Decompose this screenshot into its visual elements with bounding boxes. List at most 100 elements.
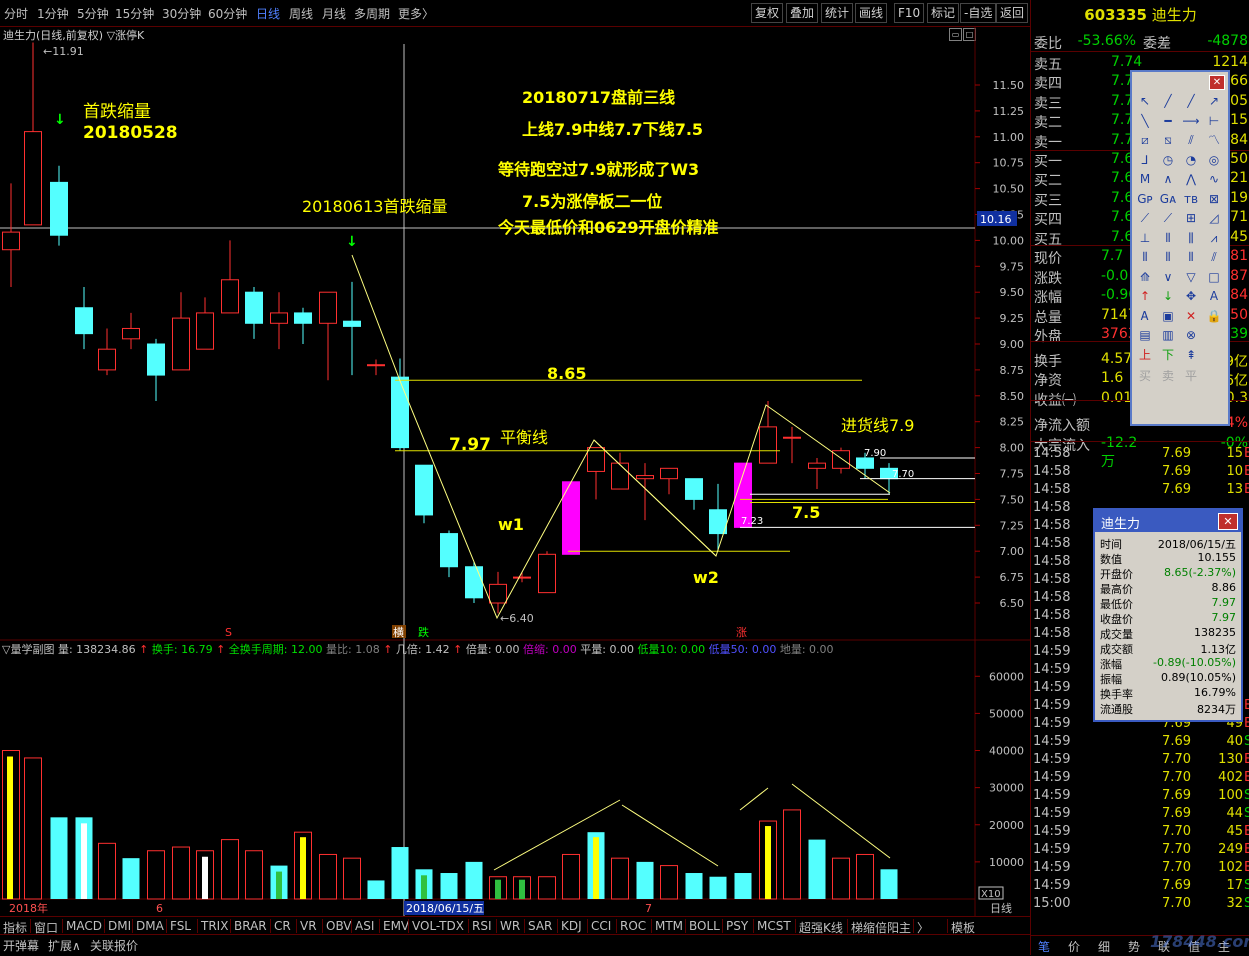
down-arrow-icon[interactable]: ↓ [1159, 287, 1177, 305]
delete-icon[interactable]: ✕ [1182, 307, 1200, 325]
volume-bar[interactable] [611, 857, 629, 900]
bars-icon[interactable]: ⦀ [1136, 248, 1154, 266]
text-icon[interactable]: A [1205, 287, 1223, 305]
candle[interactable] [196, 297, 214, 350]
candle[interactable] [294, 307, 312, 344]
triangle-icon[interactable]: ▽ [1182, 268, 1200, 286]
channel-icon[interactable]: ⧅ [1159, 131, 1177, 149]
volume-bar[interactable] [245, 850, 263, 900]
indicator-tab-19[interactable]: ROC [620, 919, 646, 933]
volume-bar[interactable] [832, 857, 850, 900]
price-line-icon[interactable]: ⊢ [1205, 112, 1223, 130]
volume-bar[interactable] [808, 839, 826, 899]
hline-icon[interactable]: ━ [1159, 112, 1177, 130]
indicator-tab-22[interactable]: PSY [726, 919, 748, 933]
indicator-tab-6[interactable]: TRIX [201, 919, 228, 933]
mark-icon[interactable]: ⇞ [1182, 346, 1200, 364]
volume-bar[interactable] [415, 869, 433, 899]
rect-icon[interactable]: ⊠ [1205, 190, 1223, 208]
gp-icon[interactable]: Gᴘ [1136, 190, 1154, 208]
candle[interactable] [24, 42, 42, 226]
volume-bar[interactable] [880, 869, 898, 899]
bar-info-popup[interactable]: 迪生力 ✕ 时间 2018/06/15/五 数值 10.155 开盘价 8.65(-2.3… [1093, 508, 1243, 722]
volume-bar[interactable] [24, 757, 42, 900]
kline-chart[interactable]: 11.5011.2511.0010.7510.5010.2510.009.759… [0, 0, 1030, 955]
volume-bar[interactable] [319, 853, 337, 900]
text2-icon[interactable]: Ꭺ [1136, 307, 1154, 325]
wave3-icon[interactable]: ∧ [1159, 170, 1177, 188]
arc-icon[interactable]: ◔ [1182, 151, 1200, 169]
candle[interactable] [440, 530, 458, 578]
wave2-icon[interactable]: Ⅿ [1136, 170, 1154, 188]
box-icon[interactable]: □ [1205, 268, 1223, 286]
candle[interactable] [660, 467, 678, 495]
indicator-tab-2[interactable]: MACD [66, 919, 102, 933]
ray-icon[interactable]: ╱ [1182, 92, 1200, 110]
ban-icon[interactable]: ⊗ [1182, 326, 1200, 344]
indicator-tab-11[interactable]: ASI [355, 919, 374, 933]
drawing-tool-palette[interactable]: ✕ ↖ ╱ ╱ ↗ ╲ ━ ⟶ ⊢ ⧄ ⧅ ⫽ 〽 ⅃ ◷ ◔ ◎ Ⅿ ∧ ⋀ ∿ Gᴘ Gᴀ ᴛʙ ⊠ ⟋ ⟋ ⊞ ◿ ⊥ ⫴ ⫼ ⩘ ⦀ ⦀ ⦀… [1130, 70, 1230, 426]
volume-bar[interactable] [343, 857, 361, 900]
volume-bar[interactable] [489, 876, 507, 900]
detail-tab-1[interactable]: 价 [1068, 938, 1080, 955]
candle[interactable] [172, 292, 190, 371]
candle[interactable] [98, 328, 116, 376]
volume-bar[interactable] [660, 865, 678, 900]
volume-bar[interactable] [294, 831, 312, 900]
indicator-tab-15[interactable]: WR [500, 919, 520, 933]
candle[interactable] [465, 561, 483, 603]
footer-tab-2[interactable]: 关联报价 [90, 937, 138, 954]
indicator-tab-5[interactable]: FSL [170, 919, 191, 933]
detail-tab-3[interactable]: 势 [1128, 938, 1140, 955]
wave5-icon[interactable]: ∿ [1205, 170, 1223, 188]
close-icon[interactable]: ✕ [1218, 513, 1238, 530]
down-flag-icon[interactable]: 下 [1159, 346, 1177, 364]
line-icon[interactable]: ╱ [1159, 92, 1177, 110]
popup-header[interactable]: 迪生力 ✕ [1095, 510, 1241, 532]
wave-icon[interactable]: 〽 [1205, 131, 1223, 149]
detail-tab-2[interactable]: 细 [1098, 938, 1110, 955]
cube-icon[interactable]: ▣ [1159, 307, 1177, 325]
candle[interactable] [221, 240, 239, 314]
candle[interactable] [832, 447, 850, 474]
note2-icon[interactable]: ▥ [1159, 326, 1177, 344]
move-icon[interactable]: ✥ [1182, 287, 1200, 305]
palette-trade-1[interactable]: 卖 [1159, 367, 1177, 385]
candle[interactable] [343, 281, 361, 376]
volume-bar[interactable] [50, 817, 68, 899]
volume-bar[interactable] [856, 853, 874, 900]
candle[interactable] [75, 287, 93, 350]
candle[interactable] [391, 358, 409, 451]
candle[interactable] [147, 338, 165, 401]
candle[interactable] [367, 359, 385, 376]
indicator-tab-13[interactable]: VOL-TDX [412, 919, 464, 933]
volume-bar[interactable] [367, 880, 385, 899]
segment-icon[interactable]: ╲ [1136, 112, 1154, 130]
palette-trade-2[interactable]: 平 [1182, 367, 1200, 385]
volume-bar[interactable] [465, 861, 483, 899]
target-icon[interactable]: ◎ [1205, 151, 1223, 169]
candle[interactable] [636, 463, 654, 521]
ga-icon[interactable]: Gᴀ [1159, 190, 1177, 208]
volume-bar[interactable] [2, 750, 20, 900]
period3-icon[interactable]: ⫼ [1182, 229, 1200, 247]
candle[interactable] [685, 478, 703, 510]
circle-icon[interactable]: ◷ [1159, 151, 1177, 169]
fib-icon[interactable]: ⅃ [1136, 151, 1154, 169]
indicator-tab-10[interactable]: OBV [326, 919, 352, 933]
indicator-tab-18[interactable]: CCI [591, 919, 611, 933]
close-icon[interactable]: ✕ [1209, 75, 1225, 90]
volume-bar[interactable] [685, 873, 703, 899]
fan-icon[interactable]: ◿ [1205, 209, 1223, 227]
volume-bar[interactable] [783, 809, 801, 900]
volume-bar[interactable] [734, 873, 752, 899]
indicator-tab-14[interactable]: RSI [472, 919, 492, 933]
volume-bar[interactable] [709, 876, 727, 899]
volume-bar[interactable] [562, 853, 580, 900]
volume-bar[interactable] [122, 858, 140, 899]
indicator-tab-12[interactable]: EMV [383, 919, 409, 933]
volume-bar[interactable] [759, 820, 777, 900]
indicator-tab-3[interactable]: DMI [108, 919, 131, 933]
indicator-tab-8[interactable]: CR [274, 919, 291, 933]
indicator-tab-16[interactable]: SAR [528, 919, 552, 933]
